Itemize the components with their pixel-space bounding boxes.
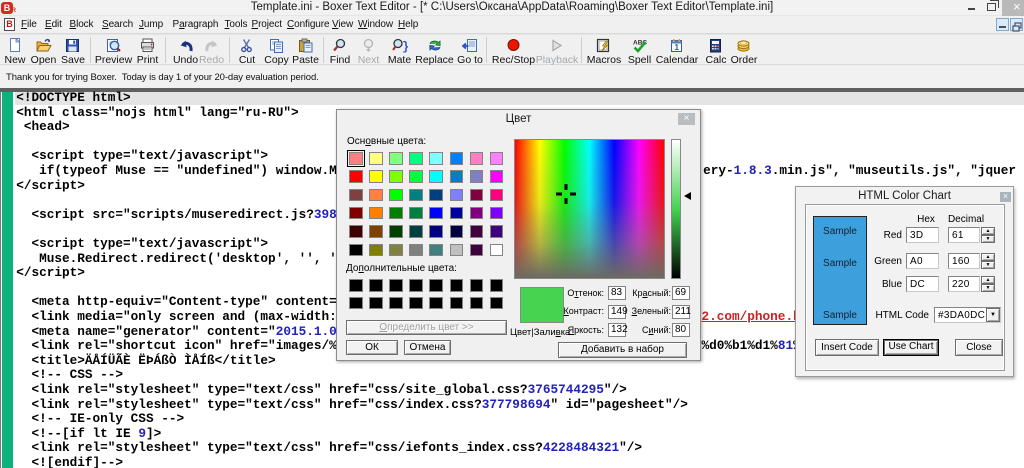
svg-text:1: 1	[675, 43, 680, 52]
svg-text:}: }	[402, 40, 408, 54]
